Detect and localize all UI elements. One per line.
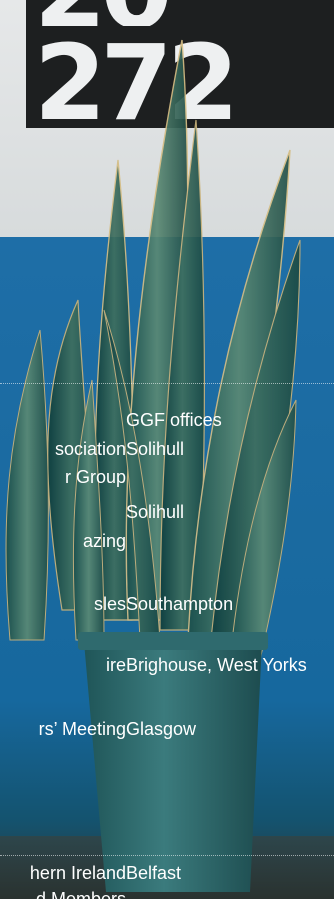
event-location: Solihull — [126, 502, 185, 522]
event-location: Belfast — [126, 863, 182, 883]
event-location: GGF offices — [126, 410, 222, 430]
event-location: Southampton — [126, 594, 234, 614]
event-name: sociation — [54, 439, 126, 459]
row-divider-bottom — [0, 855, 334, 856]
event-name: ire — [105, 655, 126, 675]
event-name: hern Ireland — [29, 863, 126, 883]
event-name: rs’ Meeting — [38, 719, 126, 739]
row-divider-top — [0, 383, 334, 384]
event-name: sles — [93, 594, 126, 614]
event-name: d Members — [35, 889, 126, 899]
events-section: 20 272 — [0, 0, 334, 899]
event-location: Solihull — [126, 439, 185, 459]
event-location: Brighouse, West Yorks — [126, 655, 307, 675]
event-name: r Group — [64, 467, 126, 487]
event-location: Glasgow — [126, 719, 197, 739]
event-name: azing — [82, 531, 126, 551]
